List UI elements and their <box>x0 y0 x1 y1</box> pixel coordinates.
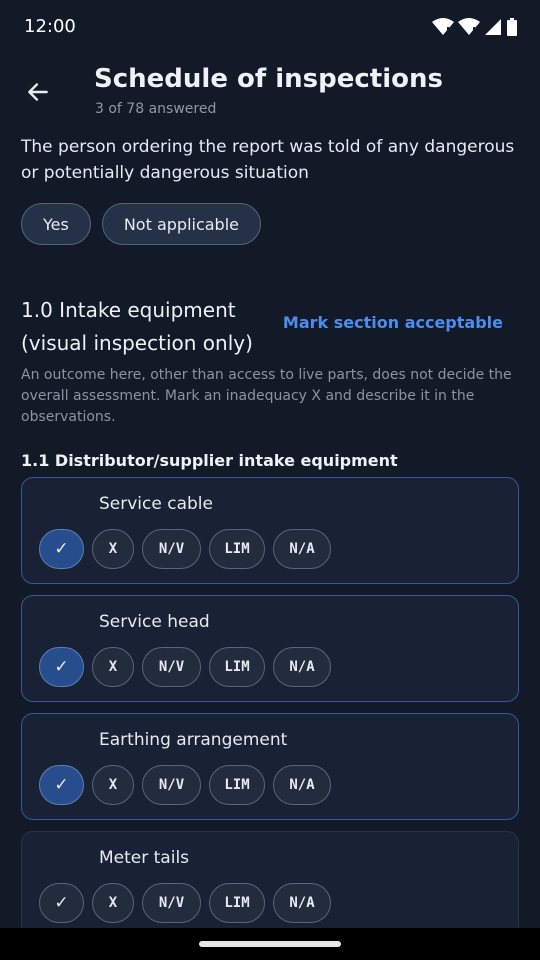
status-icons <box>432 18 518 36</box>
inspection-items: Service cable ✓ X N/V LIM N/A Service he… <box>21 477 519 949</box>
item-title: Service head <box>99 612 210 632</box>
option-not-verified[interactable]: N/V <box>142 647 201 687</box>
option-unacceptable[interactable]: X <box>92 647 134 687</box>
subsection-title: 1.1 Distributor/supplier intake equipmen… <box>21 451 398 470</box>
option-acceptable[interactable]: ✓ <box>39 647 84 687</box>
option-unacceptable[interactable]: X <box>92 529 134 569</box>
option-limitation[interactable]: LIM <box>209 883 265 923</box>
wifi-icon <box>458 18 480 35</box>
item-options: ✓ X N/V LIM N/A <box>39 883 331 923</box>
option-not-verified[interactable]: N/V <box>142 883 201 923</box>
page-title: Schedule of inspections <box>94 64 443 94</box>
option-not-applicable[interactable]: N/A <box>273 765 331 805</box>
option-unacceptable[interactable]: X <box>92 765 134 805</box>
back-button[interactable] <box>18 72 58 112</box>
inspection-item: Service head ✓ X N/V LIM N/A <box>21 595 519 702</box>
option-not-applicable[interactable]: N/A <box>273 529 331 569</box>
option-not-verified[interactable]: N/V <box>142 765 201 805</box>
option-not-applicable[interactable]: N/A <box>273 883 331 923</box>
item-title: Service cable <box>99 494 213 514</box>
section-header: 1.0 Intake equipment (visual inspection … <box>21 294 521 360</box>
option-limitation[interactable]: LIM <box>209 765 265 805</box>
option-unacceptable[interactable]: X <box>92 883 134 923</box>
option-acceptable[interactable]: ✓ <box>39 765 84 805</box>
option-acceptable[interactable]: ✓ <box>39 529 84 569</box>
status-bar: 12:00 <box>0 0 540 56</box>
answered-count: 3 of 78 answered <box>95 101 217 117</box>
option-limitation[interactable]: LIM <box>209 529 265 569</box>
option-not-verified[interactable]: N/V <box>142 529 201 569</box>
battery-icon <box>507 18 517 36</box>
option-acceptable[interactable]: ✓ <box>39 883 84 923</box>
arrow-back-icon <box>28 83 48 101</box>
item-title: Meter tails <box>99 848 190 868</box>
navigation-bar <box>0 928 540 960</box>
home-gesture-handle[interactable] <box>199 941 341 947</box>
item-options: ✓ X N/V LIM N/A <box>39 647 331 687</box>
section-title: 1.0 Intake equipment (visual inspection … <box>21 298 253 355</box>
app-bar: Schedule of inspections 3 of 78 answered <box>0 56 540 128</box>
item-title: Earthing arrangement <box>99 730 288 750</box>
option-not-applicable[interactable]: N/A <box>273 647 331 687</box>
wifi-icon <box>432 18 454 35</box>
inspection-item: Earthing arrangement ✓ X N/V LIM N/A <box>21 713 519 820</box>
inspection-item: Meter tails ✓ X N/V LIM N/A <box>21 831 519 938</box>
status-time: 12:00 <box>24 16 76 37</box>
not-applicable-button[interactable]: Not applicable <box>101 203 261 245</box>
item-options: ✓ X N/V LIM N/A <box>39 529 331 569</box>
answer-options: Yes Not applicable <box>21 203 261 245</box>
item-options: ✓ X N/V LIM N/A <box>39 765 331 805</box>
cellular-signal-icon <box>485 19 501 35</box>
yes-button[interactable]: Yes <box>21 203 91 245</box>
mark-section-acceptable-button[interactable]: Mark section acceptable <box>283 313 503 332</box>
inspection-item: Service cable ✓ X N/V LIM N/A <box>21 477 519 584</box>
section-description: An outcome here, other than access to li… <box>21 367 512 425</box>
option-limitation[interactable]: LIM <box>209 647 265 687</box>
question-text: The person ordering the report was told … <box>21 137 515 183</box>
